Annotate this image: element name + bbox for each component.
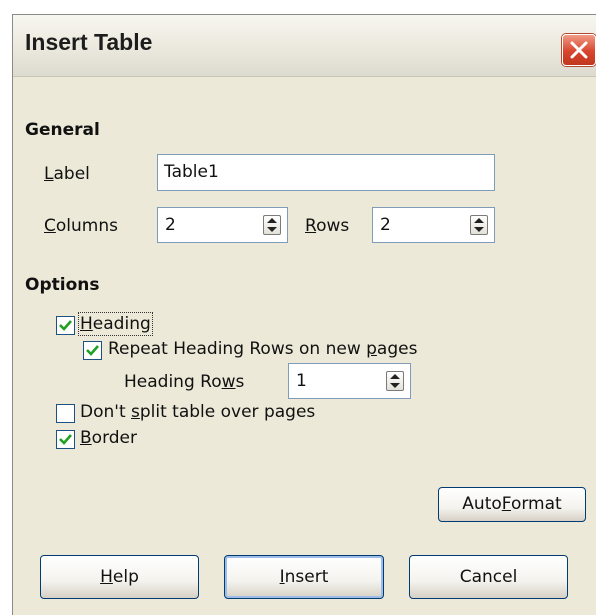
autoformat-button[interactable]: AutoFormat bbox=[438, 487, 586, 522]
columns-value: 2 bbox=[165, 215, 176, 235]
insert-table-dialog: Insert Table General Label Table1 Column… bbox=[12, 14, 596, 615]
label-input[interactable]: Table1 bbox=[157, 154, 495, 191]
dialog-body: General Label Table1 Columns 2 Rows 2 Op… bbox=[13, 77, 596, 616]
rows-spin-arrows[interactable] bbox=[470, 215, 488, 235]
columns-caption: Columns bbox=[44, 216, 118, 236]
heading-rows-spin-arrows[interactable] bbox=[386, 371, 404, 391]
help-button[interactable]: Help bbox=[40, 555, 199, 599]
insert-button[interactable]: Insert bbox=[224, 555, 384, 599]
close-icon bbox=[570, 41, 588, 59]
spin-arrows-icon bbox=[267, 218, 277, 232]
heading-rows-caption: Heading Rows bbox=[124, 372, 245, 392]
general-section-heading: General bbox=[25, 120, 100, 140]
dont-split-label[interactable]: Don't split table over pages bbox=[80, 402, 315, 422]
label-caption: Label bbox=[44, 164, 90, 184]
spin-arrows-icon bbox=[390, 374, 400, 388]
checkmark-icon bbox=[59, 320, 72, 331]
border-checkbox[interactable] bbox=[56, 430, 75, 449]
checkmark-icon bbox=[59, 434, 72, 445]
columns-spin-arrows[interactable] bbox=[263, 215, 281, 235]
border-label[interactable]: Border bbox=[80, 428, 137, 448]
heading-rows-value: 1 bbox=[296, 371, 307, 391]
repeat-heading-checkbox[interactable] bbox=[83, 341, 102, 360]
checkmark-icon bbox=[86, 345, 99, 356]
dont-split-checkbox[interactable] bbox=[56, 404, 75, 423]
title-bar[interactable]: Insert Table bbox=[13, 15, 596, 77]
close-button[interactable] bbox=[562, 34, 596, 66]
rows-value: 2 bbox=[380, 215, 391, 235]
columns-spinbox[interactable]: 2 bbox=[157, 207, 288, 243]
repeat-heading-label[interactable]: Repeat Heading Rows on new pages bbox=[108, 339, 417, 359]
rows-spinbox[interactable]: 2 bbox=[372, 207, 495, 243]
heading-checkbox[interactable] bbox=[56, 316, 75, 335]
cancel-button[interactable]: Cancel bbox=[409, 555, 568, 599]
dialog-title: Insert Table bbox=[25, 29, 153, 55]
spin-arrows-icon bbox=[474, 218, 484, 232]
options-section-heading: Options bbox=[25, 275, 100, 295]
heading-rows-spinbox[interactable]: 1 bbox=[288, 363, 411, 399]
rows-caption: Rows bbox=[305, 216, 350, 236]
heading-checkbox-label[interactable]: Heading bbox=[78, 312, 153, 336]
